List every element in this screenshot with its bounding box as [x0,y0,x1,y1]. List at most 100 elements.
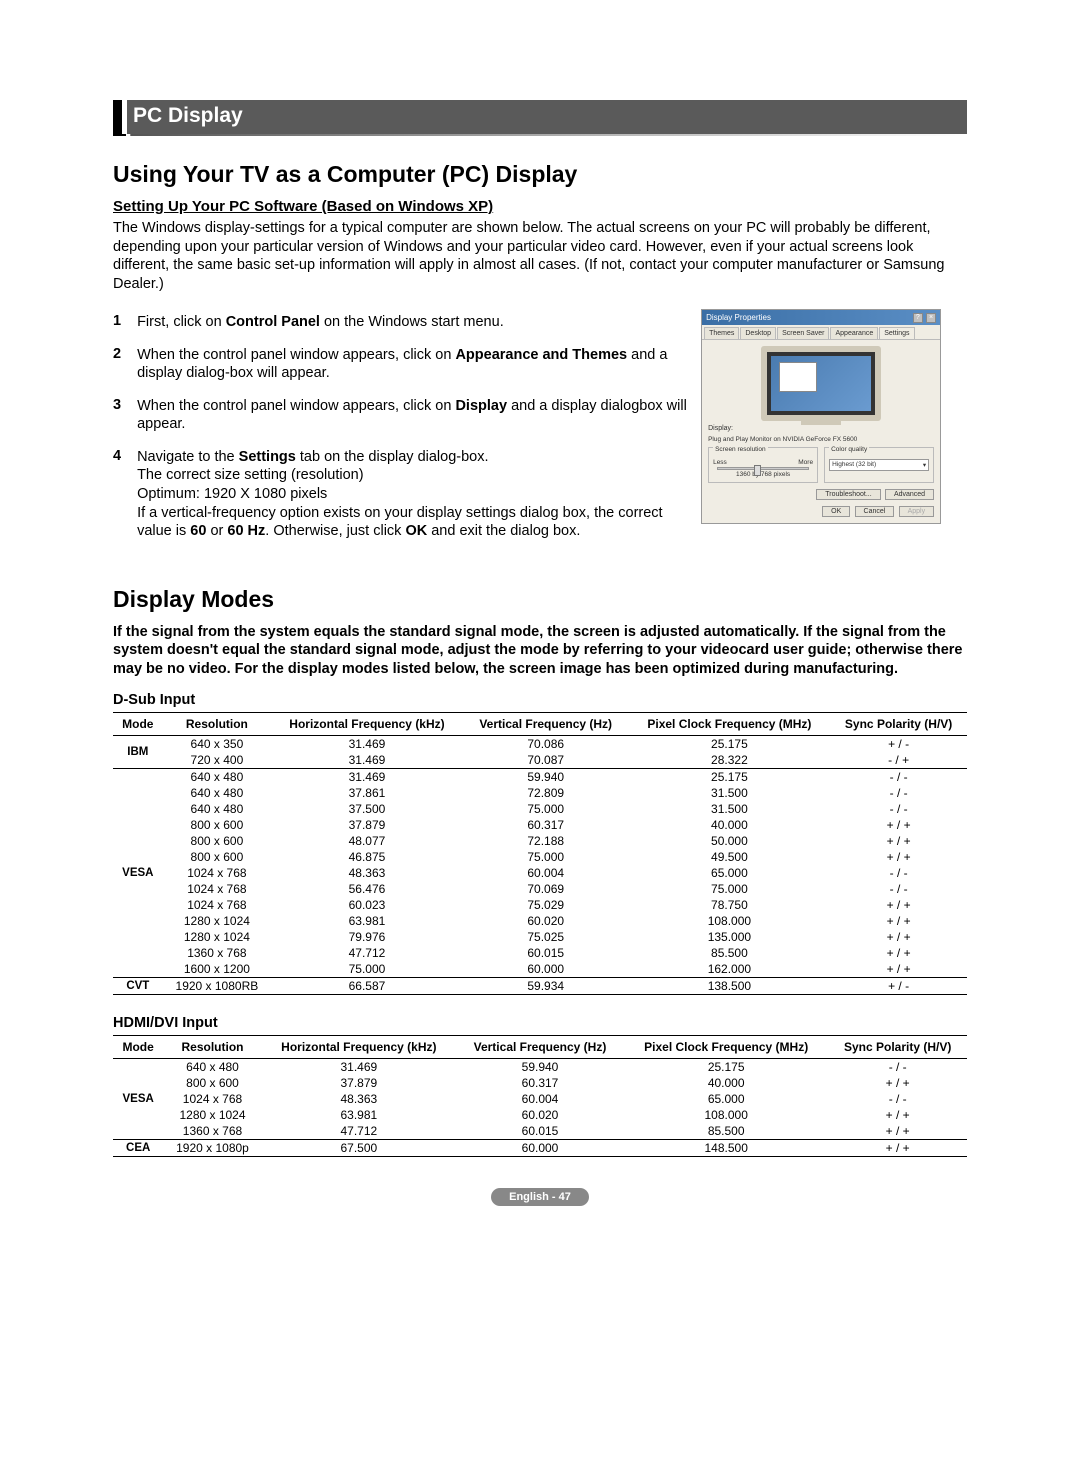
data-cell: 138.500 [629,978,831,995]
mode-cell: IBM [113,736,163,769]
apply-button[interactable]: Apply [899,506,935,517]
column-header: Mode [113,713,163,736]
data-cell: 75.025 [463,929,629,945]
page-footer: English - 47 [113,1187,967,1206]
data-cell: 46.875 [271,849,463,865]
column-header: Sync Polarity (H/V) [828,1036,967,1059]
tab-themes[interactable]: Themes [704,327,739,339]
advanced-button[interactable]: Advanced [885,489,934,500]
data-cell: 31.469 [262,1059,456,1076]
dialog-title: Display Properties [706,313,771,322]
data-cell: 800 x 600 [163,849,272,865]
table-row: 640 x 48037.86172.80931.500- / - [113,785,967,801]
data-cell: 25.175 [629,769,831,786]
close-icon[interactable]: × [926,313,936,323]
data-cell: 85.500 [624,1123,828,1140]
tab-settings[interactable]: Settings [879,327,914,339]
data-cell: 31.500 [629,801,831,817]
step-text: First, click on Control Panel on the Win… [137,309,689,342]
data-cell: 1920 x 1080p [163,1140,261,1157]
data-cell: 75.000 [463,801,629,817]
tab-appearance[interactable]: Appearance [830,327,878,339]
data-cell: + / + [830,961,967,978]
display-properties-dialog: Display Properties ? × Themes Desktop Sc… [701,309,941,524]
mode-cell: VESA [113,1059,163,1140]
data-cell: 720 x 400 [163,752,272,769]
step-number: 4 [113,444,137,551]
mode-cell: VESA [113,769,163,978]
cancel-button[interactable]: Cancel [855,506,895,517]
data-cell: 63.981 [262,1107,456,1123]
data-cell: 75.000 [463,849,629,865]
data-cell: 1600 x 1200 [163,961,272,978]
data-cell: 60.015 [456,1123,624,1140]
data-cell: + / + [828,1107,967,1123]
data-cell: 60.020 [456,1107,624,1123]
data-cell: 75.000 [271,961,463,978]
monitor-preview [761,346,881,421]
table-row: 1024 x 76848.36360.00465.000- / - [113,865,967,881]
data-cell: 31.500 [629,785,831,801]
table-row: 1024 x 76848.36360.00465.000- / - [113,1091,967,1107]
data-cell: + / + [830,929,967,945]
data-cell: - / + [830,752,967,769]
color-quality-label: Color quality [829,446,869,453]
tab-desktop[interactable]: Desktop [740,327,776,339]
data-cell: 59.934 [463,978,629,995]
data-cell: 25.175 [624,1059,828,1076]
table-row: 1600 x 120075.00060.000162.000+ / + [113,961,967,978]
hdmi-table: ModeResolutionHorizontal Frequency (kHz)… [113,1035,967,1157]
data-cell: 75.000 [629,881,831,897]
table-row: CVT1920 x 1080RB66.58759.934138.500+ / - [113,978,967,995]
data-cell: 72.188 [463,833,629,849]
tab-screensaver[interactable]: Screen Saver [777,327,829,339]
step-text: Navigate to the Settings tab on the disp… [137,444,689,551]
data-cell: 63.981 [271,913,463,929]
data-cell: + / + [828,1140,967,1157]
heading-setup: Setting Up Your PC Software (Based on Wi… [113,198,967,215]
data-cell: - / - [830,769,967,786]
data-cell: 1920 x 1080RB [163,978,272,995]
resolution-slider[interactable] [717,467,809,470]
column-header: Horizontal Frequency (kHz) [271,713,463,736]
troubleshoot-button[interactable]: Troubleshoot... [816,489,880,500]
data-cell: 40.000 [629,817,831,833]
data-cell: 640 x 480 [163,785,272,801]
data-cell: + / + [828,1075,967,1091]
data-cell: 148.500 [624,1140,828,1157]
table-row: CEA1920 x 1080p67.50060.000148.500+ / + [113,1140,967,1157]
data-cell: 60.317 [456,1075,624,1091]
help-icon[interactable]: ? [913,313,923,323]
data-cell: 48.363 [271,865,463,881]
data-cell: 108.000 [629,913,831,929]
data-cell: 25.175 [629,736,831,753]
data-cell: - / - [828,1059,967,1076]
column-header: Pixel Clock Frequency (MHz) [629,713,831,736]
chevron-down-icon: ▾ [923,461,926,469]
data-cell: + / - [830,736,967,753]
data-cell: 72.809 [463,785,629,801]
data-cell: 48.363 [262,1091,456,1107]
step-number: 2 [113,342,137,393]
data-cell: 162.000 [629,961,831,978]
hdmi-label: HDMI/DVI Input [113,1015,967,1031]
table-row: VESA640 x 48031.46959.94025.175- / - [113,769,967,786]
data-cell: + / + [830,833,967,849]
data-cell: 800 x 600 [163,1075,261,1091]
data-cell: 70.086 [463,736,629,753]
mode-cell: CVT [113,978,163,995]
table-row: 1360 x 76847.71260.01585.500+ / + [113,945,967,961]
dsub-table: ModeResolutionHorizontal Frequency (kHz)… [113,712,967,995]
data-cell: 65.000 [629,865,831,881]
display-label: Display: [708,425,934,432]
table-row: 1280 x 102463.98160.020108.000+ / + [113,913,967,929]
step-number: 3 [113,393,137,444]
color-quality-dropdown[interactable]: Highest (32 bit) ▾ [829,459,929,471]
data-cell: 1024 x 768 [163,897,272,913]
table-row: 1280 x 102479.97675.025135.000+ / + [113,929,967,945]
ok-button[interactable]: OK [822,506,850,517]
table-row: VESA640 x 48031.46959.94025.175- / - [113,1059,967,1076]
data-cell: 60.000 [463,961,629,978]
screen-resolution-label: Screen resolution [713,446,768,453]
data-cell: 800 x 600 [163,817,272,833]
